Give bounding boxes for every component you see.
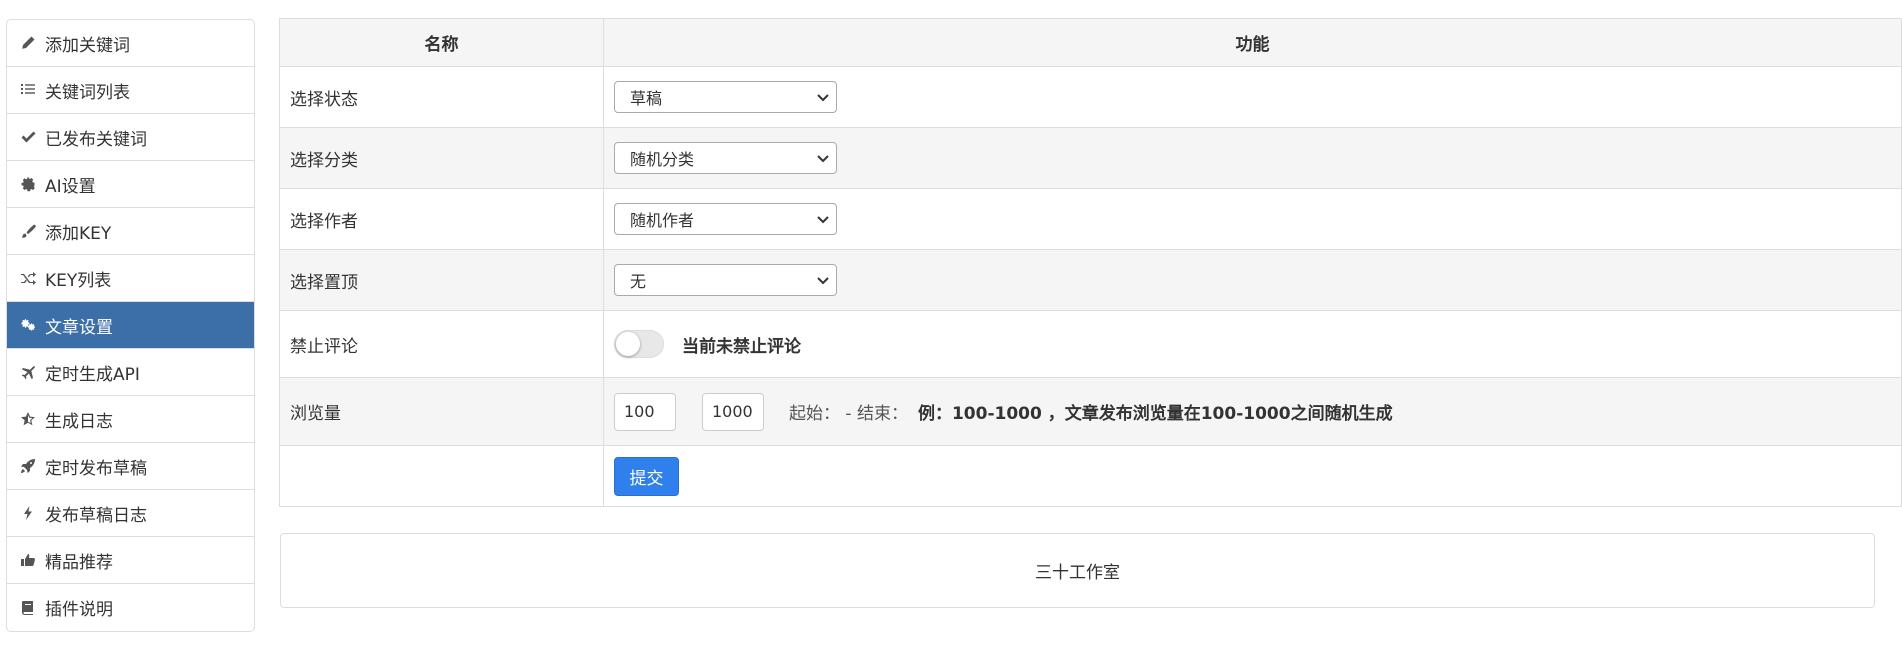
sidebar-item-recommended[interactable]: 精品推荐 xyxy=(7,537,254,584)
footer-credit: 三十工作室 xyxy=(280,533,1875,608)
comments-label: 禁止评论 xyxy=(279,310,604,378)
plane-icon xyxy=(17,364,39,380)
sidebar-item-scheduled-api[interactable]: 定时生成API xyxy=(7,349,254,396)
status-select-value: 草稿 xyxy=(630,89,663,108)
toggle-knob xyxy=(616,332,640,356)
sidebar-item-published-keywords[interactable]: 已发布关键词 xyxy=(7,114,254,161)
table-row: 禁止评论 当前未禁止评论 xyxy=(279,310,1902,378)
book-icon xyxy=(17,600,39,616)
bolt-icon xyxy=(17,505,39,521)
sidebar-item-label: 生成日志 xyxy=(45,411,113,432)
table-row: 选择状态 草稿 xyxy=(279,66,1902,128)
gear-icon xyxy=(17,176,39,192)
author-select[interactable]: 随机作者 xyxy=(614,203,837,235)
sidebar-item-scheduled-drafts[interactable]: 定时发布草稿 xyxy=(7,443,254,490)
sidebar-item-label: 添加关键词 xyxy=(45,35,130,56)
footer-text: 三十工作室 xyxy=(1035,563,1120,583)
author-label: 选择作者 xyxy=(279,188,604,250)
brush-icon xyxy=(17,223,39,239)
views-hint: 例：100-1000 ，文章发布浏览量在100-1000之间随机生成 xyxy=(917,404,1393,424)
category-select-value: 随机分类 xyxy=(630,150,695,169)
views-end-input[interactable] xyxy=(702,392,764,431)
column-header-function: 功能 xyxy=(603,18,1902,67)
sidebar-item-label: 定时发布草稿 xyxy=(45,458,147,479)
sidebar-item-label: 添加KEY xyxy=(45,223,112,244)
category-select[interactable]: 随机分类 xyxy=(614,142,837,174)
pencil-icon xyxy=(17,35,39,51)
sidebar-item-plugin-docs[interactable]: 插件说明 xyxy=(7,584,254,631)
sidebar-item-key-list[interactable]: KEY列表 xyxy=(7,255,254,302)
comments-toggle[interactable] xyxy=(614,330,664,358)
sidebar-item-label: 关键词列表 xyxy=(45,82,130,103)
sidebar-menu: 添加关键词 关键词列表 已发布关键词 AI设置 添加KEY KEY列表 文章设置… xyxy=(6,19,255,632)
views-start-input[interactable] xyxy=(614,392,676,431)
author-select-value: 随机作者 xyxy=(630,211,695,230)
sidebar-item-add-key[interactable]: 添加KEY xyxy=(7,208,254,255)
chevron-down-icon xyxy=(817,155,829,163)
rocket-icon xyxy=(17,458,39,474)
thumbs-up-icon xyxy=(17,552,39,568)
sidebar-item-label: 已发布关键词 xyxy=(45,129,147,150)
star-half-icon xyxy=(17,411,39,427)
sticky-select-value: 无 xyxy=(630,272,647,291)
sticky-select[interactable]: 无 xyxy=(614,264,837,296)
views-range-text: 起始： - 结束： xyxy=(789,404,908,424)
submit-button[interactable]: 提交 xyxy=(614,456,679,496)
sticky-label: 选择置顶 xyxy=(279,249,604,311)
views-label: 浏览量 xyxy=(279,377,604,446)
check-icon xyxy=(17,129,39,145)
sidebar-item-label: AI设置 xyxy=(45,176,96,197)
settings-table: 名称 功能 选择状态 草稿 选择分类 随机分类 选择作者 随机作者 选择置顶 无… xyxy=(279,18,1902,507)
sidebar-item-ai-settings[interactable]: AI设置 xyxy=(7,161,254,208)
sidebar-item-keyword-list[interactable]: 关键词列表 xyxy=(7,67,254,114)
chevron-down-icon xyxy=(817,216,829,224)
sidebar-item-label: 定时生成API xyxy=(45,364,140,385)
table-row: 选择作者 随机作者 xyxy=(279,188,1902,250)
sidebar-item-label: 插件说明 xyxy=(45,600,113,620)
table-row: 浏览量 起始： - 结束： 例：100-1000 ，文章发布浏览量在100-10… xyxy=(279,377,1902,446)
category-label: 选择分类 xyxy=(279,127,604,189)
sidebar-item-draft-log[interactable]: 发布草稿日志 xyxy=(7,490,254,537)
chevron-down-icon xyxy=(817,277,829,285)
sidebar-item-add-keyword[interactable]: 添加关键词 xyxy=(7,20,254,67)
sidebar-item-label: 文章设置 xyxy=(45,317,113,338)
table-header-row: 名称 功能 xyxy=(279,18,1902,67)
table-row: 选择置顶 无 xyxy=(279,249,1902,311)
table-row: 选择分类 随机分类 xyxy=(279,127,1902,189)
status-label: 选择状态 xyxy=(279,66,604,128)
status-select[interactable]: 草稿 xyxy=(614,81,837,113)
sidebar-item-generate-log[interactable]: 生成日志 xyxy=(7,396,254,443)
table-row: 提交 xyxy=(279,445,1902,507)
sidebar-item-label: 精品推荐 xyxy=(45,552,113,573)
sidebar-item-label: 发布草稿日志 xyxy=(45,505,147,526)
sidebar-item-article-settings[interactable]: 文章设置 xyxy=(7,302,254,349)
column-header-name: 名称 xyxy=(279,18,604,67)
sidebar-item-label: KEY列表 xyxy=(45,270,112,291)
chevron-down-icon xyxy=(817,94,829,102)
shuffle-icon xyxy=(17,270,39,286)
list-icon xyxy=(17,82,39,98)
comments-toggle-status: 当前未禁止评论 xyxy=(682,336,801,357)
gears-icon xyxy=(17,317,39,333)
